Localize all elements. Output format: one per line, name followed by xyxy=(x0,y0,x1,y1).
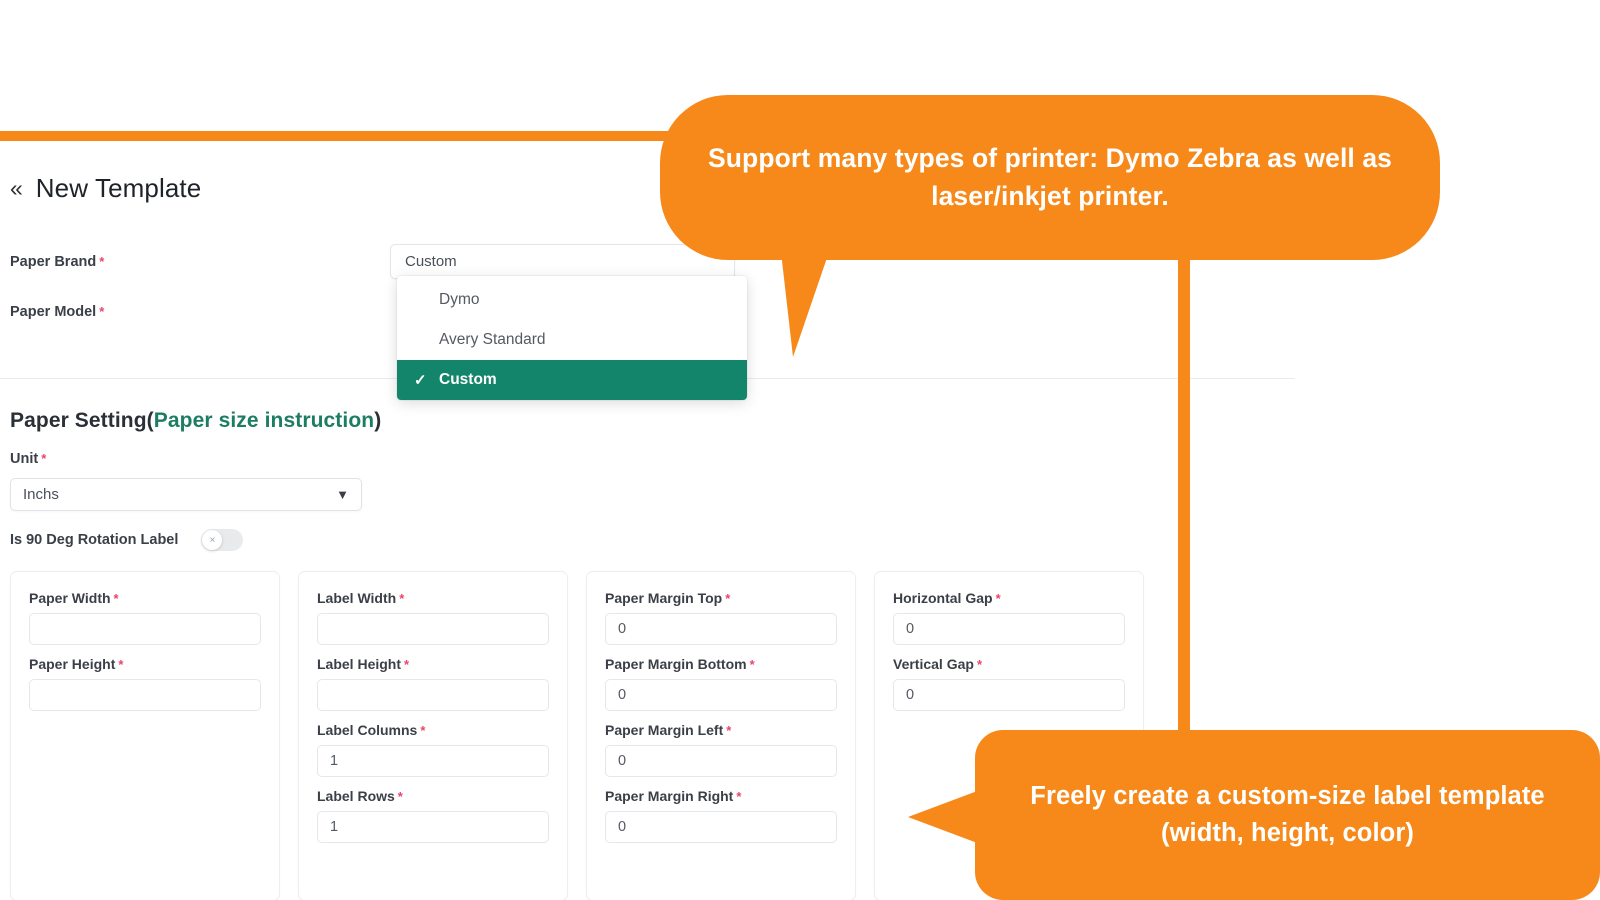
required-asterisk: * xyxy=(113,591,119,606)
required-asterisk: * xyxy=(749,657,755,672)
top-callout-tail xyxy=(781,252,829,357)
label-height-label: Label Height * xyxy=(317,656,410,672)
bottom-callout-tail xyxy=(908,790,980,844)
dropdown-option-label: Custom xyxy=(439,371,497,388)
app-root: « New Template Paper Brand* Paper Model*… xyxy=(0,0,1600,900)
paper-width-label: Paper Width * xyxy=(29,590,119,606)
paper-height-input[interactable] xyxy=(29,679,261,711)
label-columns-input[interactable] xyxy=(317,745,549,777)
horizontal-gap-input[interactable] xyxy=(893,613,1125,645)
dropdown-option-label: Avery Standard xyxy=(439,331,546,348)
dropdown-option-dymo[interactable]: Dymo xyxy=(397,280,747,320)
double-chevron-left-icon[interactable]: « xyxy=(10,177,23,200)
required-asterisk: * xyxy=(404,657,410,672)
required-asterisk: * xyxy=(995,591,1001,606)
horizontal-gap-field: Horizontal Gap * xyxy=(893,590,1125,645)
paper-width-input[interactable] xyxy=(29,613,261,645)
rotation-label: Is 90 Deg Rotation Label xyxy=(10,532,179,548)
label-height-field: Label Height * xyxy=(317,656,549,711)
page-title: New Template xyxy=(35,173,202,203)
label-width-field: Label Width * xyxy=(317,590,549,645)
paper-size-instruction-link[interactable]: Paper size instruction xyxy=(154,409,374,432)
label-width-input[interactable] xyxy=(317,613,549,645)
required-asterisk: * xyxy=(725,591,731,606)
rotation-toggle-row: Is 90 Deg Rotation Label × xyxy=(10,529,244,551)
vertical-gap-input[interactable] xyxy=(893,679,1125,711)
paper-size-card: Paper Width * Paper Height * xyxy=(10,571,280,900)
required-asterisk: * xyxy=(420,723,426,738)
paper-setting-heading: Paper Setting(Paper size instruction) xyxy=(10,409,382,432)
top-callout: Support many types of printer: Dymo Zebr… xyxy=(660,95,1440,260)
paper-margin-top-label: Paper Margin Top * xyxy=(605,590,731,606)
unit-select-value: Inchs xyxy=(23,486,59,503)
vertical-gap-label: Vertical Gap * xyxy=(893,656,982,672)
paper-margin-left-field: Paper Margin Left * xyxy=(605,722,837,777)
dropdown-option-avery-standard[interactable]: Avery Standard xyxy=(397,320,747,360)
unit-label: Unit * xyxy=(10,451,47,467)
paper-margin-right-field: Paper Margin Right * xyxy=(605,788,837,843)
rotation-toggle[interactable]: × xyxy=(201,529,244,551)
check-icon: ✓ xyxy=(414,372,427,389)
dropdown-option-label: Dymo xyxy=(439,291,480,308)
paper-margin-bottom-field: Paper Margin Bottom * xyxy=(605,656,837,711)
paper-margin-top-field: Paper Margin Top * xyxy=(605,590,837,645)
paper-width-field: Paper Width * xyxy=(29,590,261,645)
label-size-card: Label Width * Label Height * Label Columns… xyxy=(298,571,568,900)
paper-brand-dropdown-menu[interactable]: Dymo Avery Standard ✓ Custom xyxy=(397,276,747,400)
bottom-callout: Freely create a custom-size label templa… xyxy=(975,730,1600,900)
required-asterisk: * xyxy=(399,591,405,606)
label-rows-input[interactable] xyxy=(317,811,549,843)
paper-brand-input[interactable] xyxy=(390,244,735,279)
unit-select[interactable]: Inchs ▼ xyxy=(10,478,362,511)
required-asterisk: * xyxy=(736,789,742,804)
required-asterisk: * xyxy=(397,789,403,804)
label-columns-field: Label Columns * xyxy=(317,722,549,777)
paper-margin-left-label: Paper Margin Left * xyxy=(605,722,732,738)
paper-height-field: Paper Height * xyxy=(29,656,261,711)
paper-margin-right-label: Paper Margin Right * xyxy=(605,788,742,804)
paper-margin-card: Paper Margin Top* Paper Margin Bottom* P… xyxy=(586,571,856,900)
paper-model-label: Paper Model * xyxy=(10,304,105,320)
chevron-down-icon: ▼ xyxy=(336,487,349,502)
required-asterisk: * xyxy=(118,657,124,672)
dropdown-option-custom[interactable]: ✓ Custom xyxy=(397,360,747,400)
page-header: « New Template xyxy=(0,173,201,204)
paper-margin-bottom-label: Paper Margin Bottom * xyxy=(605,656,755,672)
required-asterisk: * xyxy=(99,253,105,269)
paper-height-label: Paper Height * xyxy=(29,656,124,672)
label-width-label: Label Width * xyxy=(317,590,405,606)
toggle-knob: × xyxy=(202,530,223,550)
required-asterisk: * xyxy=(99,304,105,319)
paper-margin-bottom-input[interactable] xyxy=(605,679,837,711)
required-asterisk: * xyxy=(976,657,982,672)
paper-brand-label: Paper Brand * xyxy=(10,253,105,270)
label-columns-label: Label Columns * xyxy=(317,722,426,738)
required-asterisk: * xyxy=(726,723,732,738)
paper-margin-right-input[interactable] xyxy=(605,811,837,843)
vertical-gap-field: Vertical Gap * xyxy=(893,656,1125,711)
paper-margin-top-input[interactable] xyxy=(605,613,837,645)
required-asterisk: * xyxy=(41,451,47,466)
label-height-input[interactable] xyxy=(317,679,549,711)
label-rows-field: Label Rows * xyxy=(317,788,549,843)
paper-margin-left-input[interactable] xyxy=(605,745,837,777)
label-rows-label: Label Rows * xyxy=(317,788,403,804)
paper-setting-cards: Paper Width * Paper Height * Label Width * … xyxy=(10,571,1144,900)
horizontal-gap-label: Horizontal Gap * xyxy=(893,590,1001,606)
